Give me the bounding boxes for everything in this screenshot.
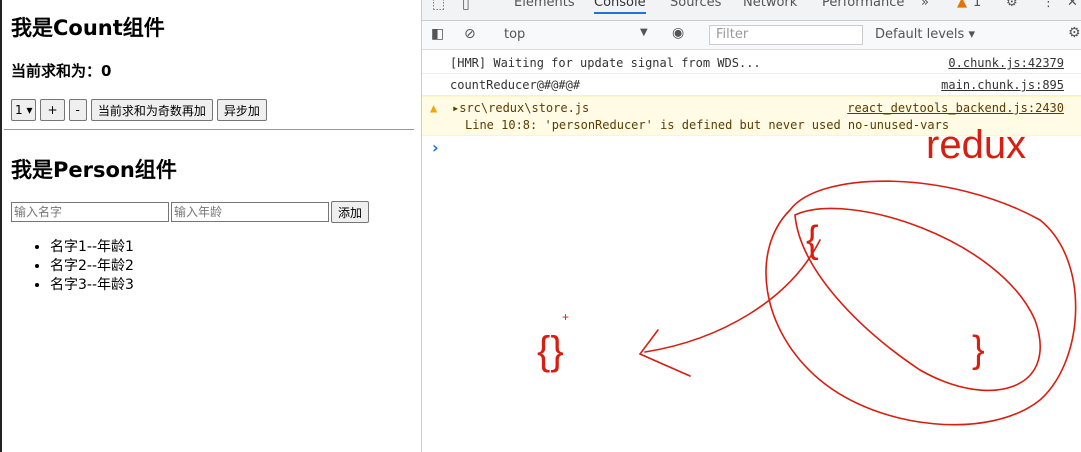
more-tabs-icon[interactable]: » bbox=[921, 0, 929, 10]
list-item: 名字2--年龄2 bbox=[50, 257, 134, 276]
clear-console-icon[interactable]: ⊘ bbox=[464, 26, 476, 42]
close-icon[interactable]: ✕ bbox=[1067, 0, 1078, 10]
tab-performance[interactable]: Performance bbox=[822, 0, 904, 10]
context-dropdown-icon[interactable]: ▼ bbox=[640, 27, 648, 38]
console-settings-icon[interactable]: ⚙ bbox=[1068, 25, 1081, 41]
settings-icon[interactable]: ⚙ bbox=[1006, 0, 1018, 10]
log-source-link[interactable]: main.chunk.js:895 bbox=[941, 74, 1064, 96]
log-text: countReducer@#@#@# bbox=[450, 78, 581, 92]
context-select[interactable]: top bbox=[504, 27, 525, 42]
tab-elements[interactable]: Elements bbox=[514, 0, 575, 10]
warning-source-link[interactable]: react_devtools_backend.js:2430 bbox=[847, 100, 1064, 117]
app-pane: 我是Count组件 当前求和为：0 1 ▾ + - 当前求和为奇数再加 异步加 … bbox=[0, 0, 421, 452]
inspect-icon[interactable]: ⬚ bbox=[432, 0, 445, 12]
filter-input[interactable]: Filter bbox=[709, 25, 863, 45]
warning-row[interactable]: ▲ ▸src\redux\store.js Line 10:8: 'person… bbox=[422, 96, 1081, 136]
age-input[interactable] bbox=[171, 202, 329, 222]
eye-icon[interactable]: ◉ bbox=[672, 25, 684, 41]
async-add-button[interactable]: 异步加 bbox=[216, 99, 267, 121]
person-list: 名字1--年龄1 名字2--年龄2 名字3--年龄3 bbox=[30, 238, 134, 295]
tab-network[interactable]: Network bbox=[743, 0, 797, 10]
log-row: countReducer@#@#@# main.chunk.js:895 bbox=[422, 74, 1081, 96]
log-text: [HMR] Waiting for update signal from WDS… bbox=[450, 56, 761, 70]
warning-triangle-icon: ▲ bbox=[430, 101, 438, 115]
console-prompt[interactable]: › bbox=[432, 138, 439, 157]
warning-icon[interactable]: ▲ bbox=[957, 0, 967, 10]
warning-message: Line 10:8: 'personReducer' is defined bu… bbox=[465, 118, 950, 132]
odd-add-button[interactable]: 当前求和为奇数再加 bbox=[90, 99, 213, 121]
log-row: [HMR] Waiting for update signal from WDS… bbox=[422, 52, 1081, 74]
menu-icon[interactable]: ⋮ bbox=[1042, 0, 1055, 10]
tab-sources[interactable]: Sources bbox=[670, 0, 721, 10]
devtools-pane: ⬚ ▯ Elements Console Sources Network Per… bbox=[421, 0, 1081, 452]
add-button[interactable]: 添加 bbox=[331, 201, 370, 223]
warning-count: 1 bbox=[973, 0, 982, 10]
increment-select[interactable]: 1 ▾ bbox=[11, 99, 37, 121]
tab-console[interactable]: Console bbox=[594, 0, 646, 14]
levels-select[interactable]: Default levels ▾ bbox=[875, 27, 975, 42]
list-item: 名字3--年龄3 bbox=[50, 276, 134, 295]
list-item: 名字1--年龄1 bbox=[50, 238, 134, 257]
name-input[interactable] bbox=[11, 202, 169, 222]
sidebar-toggle-icon[interactable]: ◧ bbox=[431, 26, 444, 42]
person-form: 添加 bbox=[11, 201, 370, 223]
divider bbox=[4, 129, 414, 130]
log-source-link[interactable]: 0.chunk.js:42379 bbox=[948, 52, 1064, 74]
device-toggle-icon[interactable]: ▯ bbox=[462, 0, 470, 12]
count-title: 我是Count组件 bbox=[11, 16, 165, 40]
person-title: 我是Person组件 bbox=[11, 158, 177, 182]
minus-button[interactable]: - bbox=[68, 99, 87, 121]
console-toolbar: ◧ ⊘ top ▼ ◉ Filter Default levels ▾ ⚙ bbox=[422, 21, 1081, 50]
devtools-tabbar: ⬚ ▯ Elements Console Sources Network Per… bbox=[422, 0, 1081, 21]
plus-button[interactable]: + bbox=[40, 99, 65, 121]
count-controls: 1 ▾ + - 当前求和为奇数再加 异步加 bbox=[11, 99, 267, 121]
sum-label: 当前求和为：0 bbox=[11, 62, 112, 80]
